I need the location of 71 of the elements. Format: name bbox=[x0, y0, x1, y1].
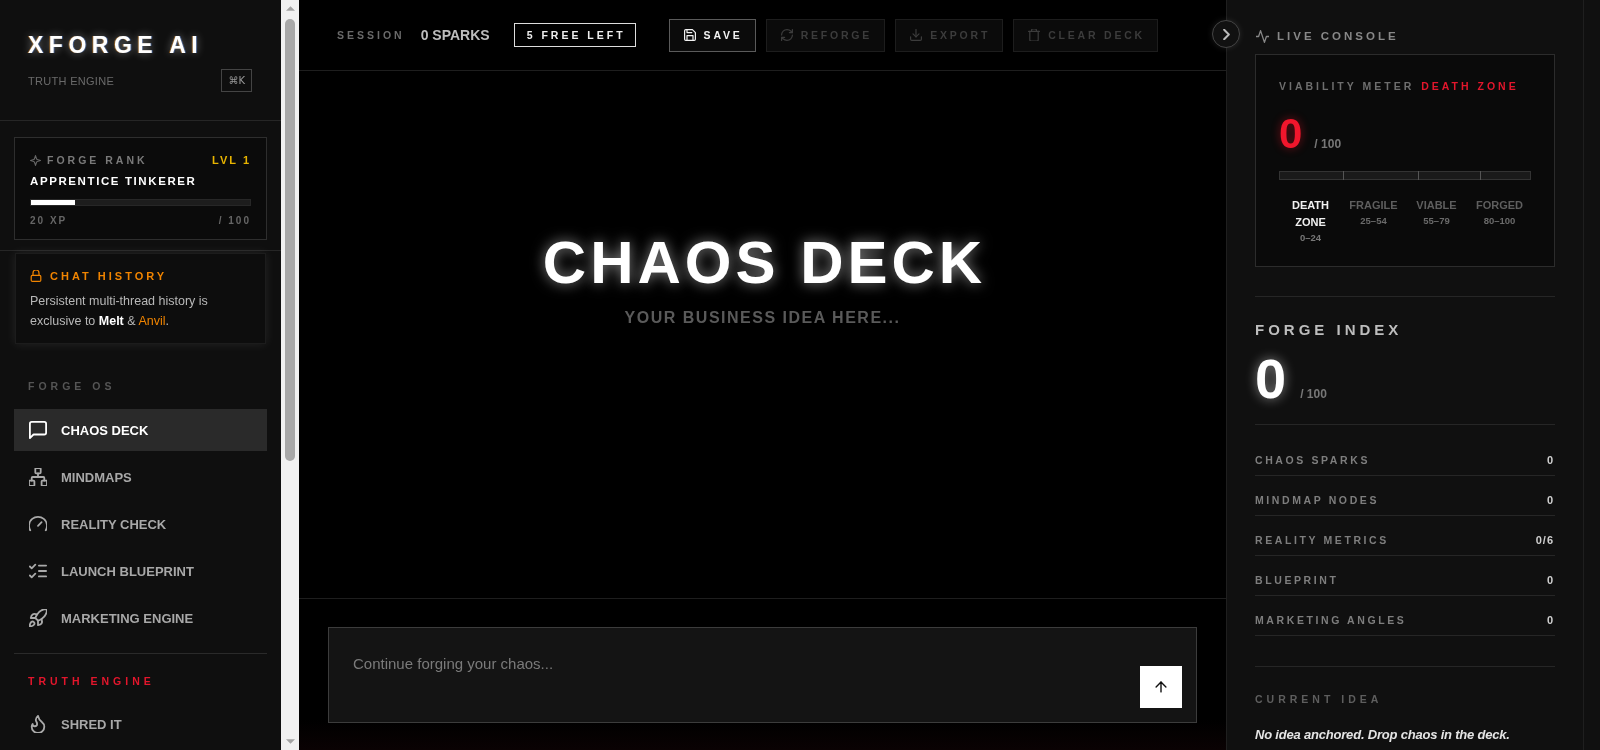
index-title: FORGE INDEX bbox=[1255, 323, 1404, 337]
score-max: / 100 bbox=[1314, 137, 1342, 151]
message-icon bbox=[29, 421, 47, 439]
gauge-icon bbox=[29, 515, 47, 533]
stat-value: 0/6 bbox=[1535, 534, 1554, 547]
app-logo-text: XFORGE AI bbox=[28, 34, 205, 56]
stat-label: CHAOS SPARKS bbox=[1255, 454, 1370, 467]
trash-icon bbox=[1028, 29, 1041, 41]
current-idea-text: No idea anchored. Drop chaos in the deck. bbox=[1255, 727, 1511, 743]
refresh-icon bbox=[780, 29, 793, 41]
flame-icon bbox=[29, 715, 47, 733]
xp-reading: 20 XP bbox=[30, 214, 68, 227]
nav-item[interactable]: LAUNCH BLUEPRINT bbox=[14, 550, 267, 592]
meter-label: VIABILITY METER bbox=[1279, 80, 1415, 93]
xp-max: / 100 bbox=[218, 214, 251, 227]
nav-item[interactable]: MARKETING ENGINE bbox=[14, 597, 267, 639]
zone-name: FORGED bbox=[1474, 198, 1525, 213]
panel-title: LIVE CONSOLE bbox=[1277, 29, 1399, 43]
zone-range: 55–79 bbox=[1423, 214, 1450, 228]
forge-index-score: 0 bbox=[1255, 353, 1287, 405]
zone-range: 0–24 bbox=[1299, 231, 1322, 245]
scroll-up-icon[interactable] bbox=[285, 6, 295, 11]
send-button[interactable] bbox=[1140, 666, 1182, 708]
stat-value: 0 bbox=[1546, 454, 1554, 467]
deck-subtitle: YOUR BUSINESS IDEA HERE... bbox=[624, 309, 901, 327]
section-heading: FORGE OS bbox=[28, 380, 117, 392]
scrollbar[interactable] bbox=[281, 0, 299, 750]
download-icon bbox=[910, 29, 923, 41]
level-label: LVL 1 bbox=[212, 153, 251, 167]
card-title: CHAT HISTORY bbox=[50, 269, 168, 283]
stat-label: REALITY METRICS bbox=[1255, 534, 1389, 547]
nav-item[interactable]: CHAOS DECK bbox=[14, 409, 267, 451]
section-label: CURRENT IDEA bbox=[1255, 693, 1384, 706]
sparkle-icon bbox=[30, 154, 41, 166]
session-label: SESSION bbox=[337, 29, 405, 41]
hierarchy-icon bbox=[29, 468, 47, 486]
sparks-count: 0 SPARKS bbox=[420, 27, 490, 43]
zone-name: FRAGILE bbox=[1348, 198, 1399, 213]
stat-label: BLUEPRINT bbox=[1255, 574, 1339, 587]
rank-title: APPRENTICE TINKERER bbox=[30, 174, 198, 188]
lock-icon bbox=[30, 270, 42, 282]
nav-item[interactable]: MINDMAPS bbox=[14, 456, 267, 498]
zone-range: 25–54 bbox=[1360, 214, 1387, 228]
section-heading: TRUTH ENGINE bbox=[28, 675, 156, 687]
rank-label: FORGE RANK bbox=[47, 153, 148, 167]
free-credits-badge: 5 FREE LEFT bbox=[513, 23, 636, 47]
scrollbar-thumb[interactable] bbox=[285, 19, 295, 461]
zone-range: 80–100 bbox=[1483, 214, 1516, 228]
shortcut-key[interactable]: ⌘K bbox=[221, 69, 252, 92]
message-input[interactable]: Continue forging your chaos... bbox=[328, 627, 1197, 723]
rocket-icon bbox=[29, 609, 47, 627]
app-subtitle: TRUTH ENGINE bbox=[28, 74, 115, 87]
stat-value: 0 bbox=[1546, 494, 1554, 507]
deck-title: CHAOS DECK bbox=[542, 233, 987, 293]
card-description: Persistent multi-thread history is exclusive to Melt & Anvil. bbox=[30, 293, 209, 330]
nav-item[interactable]: REALITY CHECK bbox=[14, 503, 267, 545]
chevron-right-icon bbox=[1221, 28, 1231, 40]
meter-status: DEATH ZONE bbox=[1421, 80, 1519, 93]
stat-label: MINDMAP NODES bbox=[1255, 494, 1380, 507]
stat-value: 0 bbox=[1546, 614, 1554, 627]
checklist-icon bbox=[29, 562, 47, 580]
scroll-down-icon[interactable] bbox=[285, 739, 295, 744]
score-max: / 100 bbox=[1300, 387, 1327, 401]
stat-value: 0 bbox=[1546, 574, 1554, 587]
nav-item[interactable]: SHRED IT bbox=[14, 703, 267, 745]
zone-name: DEATH ZONE bbox=[1290, 198, 1331, 230]
toolbar-button[interactable]: SAVE bbox=[668, 18, 756, 52]
viability-score: 0 bbox=[1279, 114, 1303, 154]
stat-label: MARKETING ANGLES bbox=[1255, 614, 1407, 627]
pulse-icon bbox=[1256, 29, 1269, 43]
zone-name: VIABLE bbox=[1415, 198, 1458, 213]
